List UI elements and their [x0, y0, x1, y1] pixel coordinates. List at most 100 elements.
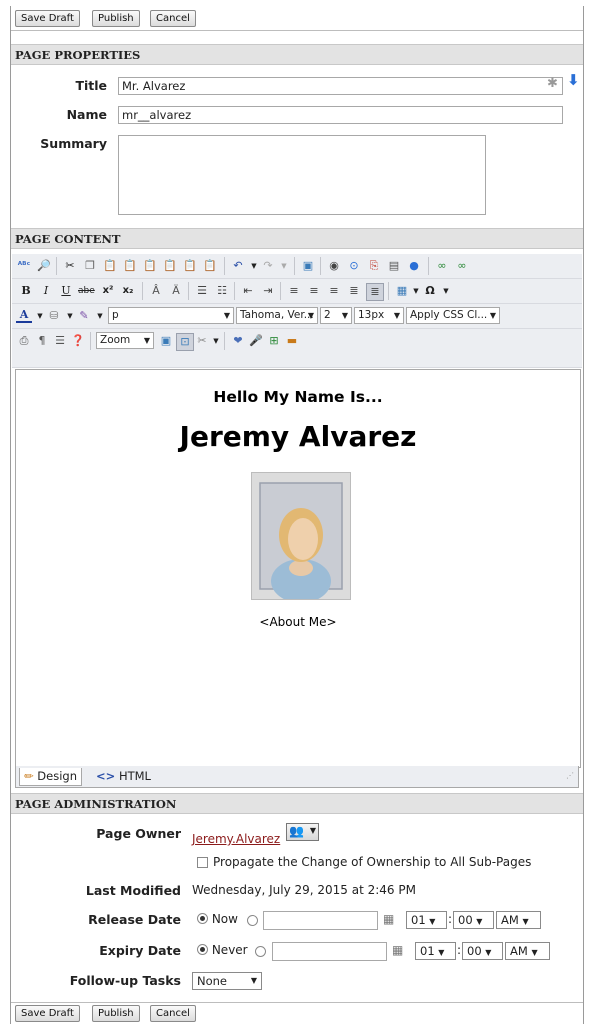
document-icon[interactable]: ⎘: [366, 258, 382, 274]
font-color-icon[interactable]: A: [16, 308, 32, 323]
align-none-icon[interactable]: ≣: [366, 283, 384, 301]
font-size-down-icon[interactable]: Ä: [168, 283, 184, 299]
publish-button[interactable]: Publish: [92, 10, 140, 27]
page-owner-link[interactable]: Jeremy.Alvarez: [192, 832, 280, 846]
clean-icon[interactable]: ✎: [76, 308, 92, 324]
summary-textarea[interactable]: [118, 135, 486, 215]
redo-dropdown-icon[interactable]: ▼: [276, 258, 292, 274]
release-date-input[interactable]: [263, 911, 378, 930]
align-center-icon[interactable]: ≡: [306, 283, 322, 299]
indent-icon[interactable]: ⇥: [260, 283, 276, 299]
align-right-icon[interactable]: ≡: [326, 283, 342, 299]
design-view-icon[interactable]: ⊡: [176, 333, 194, 351]
page-administration-header: PAGE ADMINISTRATION: [11, 793, 583, 814]
html-tab[interactable]: <> HTML: [92, 768, 155, 785]
cancel-button[interactable]: Cancel: [150, 10, 196, 27]
align-left-icon[interactable]: ≡: [286, 283, 302, 299]
snippet-dropdown-icon[interactable]: ▼: [208, 333, 224, 349]
paste-word-icon[interactable]: 📋: [142, 258, 158, 274]
italic-button[interactable]: I: [38, 283, 54, 299]
publish-button[interactable]: Publish: [92, 1005, 140, 1022]
font-px-select[interactable]: 13px ▼: [354, 307, 404, 324]
expiry-hour-select[interactable]: 01 ▼: [415, 942, 456, 960]
save-draft-button[interactable]: Save Draft: [15, 1005, 80, 1022]
media-manager-icon[interactable]: ▬: [284, 333, 300, 349]
strikethrough-button[interactable]: abe: [78, 283, 95, 299]
redo-icon[interactable]: ↷: [260, 258, 276, 274]
paste-special-icon[interactable]: 📋: [202, 258, 218, 274]
paste-text-icon[interactable]: 📋: [122, 258, 138, 274]
outdent-icon[interactable]: ⇤: [240, 283, 256, 299]
propagate-checkbox[interactable]: [197, 857, 208, 868]
template-icon[interactable]: ▤: [386, 258, 402, 274]
title-input[interactable]: Mr. Alvarez: [118, 77, 563, 95]
spellcheck-icon[interactable]: ᴬᴮᶜ: [16, 258, 32, 274]
css-class-select[interactable]: Apply CSS Cl... ▼: [406, 307, 500, 324]
formatting-icon[interactable]: ☰: [52, 333, 68, 349]
expiry-ampm-select[interactable]: AM ▼: [505, 942, 550, 960]
expiry-never-radio[interactable]: [197, 944, 208, 955]
content-editor-area[interactable]: Hello My Name Is... Jeremy Alvarez <Abou…: [15, 369, 581, 768]
calendar-icon[interactable]: ▦: [392, 943, 403, 957]
special-char-icon[interactable]: Ω: [422, 283, 438, 299]
bold-button[interactable]: B: [18, 283, 34, 299]
editor-mode-bar: ✏ Design <> HTML ⋰: [15, 766, 579, 788]
find-icon[interactable]: 🔎: [36, 258, 52, 274]
paragraph-marks-icon[interactable]: ¶: [34, 333, 50, 349]
clean-dropdown-icon[interactable]: ▼: [92, 308, 108, 324]
resize-handle-icon[interactable]: ⋰: [566, 771, 574, 780]
release-ampm-select[interactable]: AM ▼: [496, 911, 541, 929]
link-icon[interactable]: ∞: [434, 258, 450, 274]
special-char-dropdown-icon[interactable]: ▼: [438, 283, 454, 299]
underline-button[interactable]: U: [58, 283, 74, 299]
zoom-select[interactable]: Zoom ▼: [96, 332, 154, 349]
add-icon[interactable]: ⊞: [266, 333, 282, 349]
owner-picker-button[interactable]: 👥 ▼: [286, 823, 319, 841]
superscript-button[interactable]: x²: [100, 283, 116, 299]
font-family-select[interactable]: Tahoma, Ver... ▼: [236, 307, 318, 324]
release-minute-select[interactable]: 00 ▼: [453, 911, 494, 929]
design-tab[interactable]: ✏ Design: [19, 768, 83, 786]
align-justify-icon[interactable]: ≣: [346, 283, 362, 299]
media-icon[interactable]: ⊙: [346, 258, 362, 274]
unlink-icon[interactable]: ∞: [454, 258, 470, 274]
toolbar-row-4: ⎙ ¶ ☰ ❓ Zoom ▼ ▣ ⊡ ✂ ▼ ❤ 🎤 ⊞ ▬: [12, 329, 582, 368]
expiry-date-input[interactable]: [272, 942, 387, 961]
cancel-button[interactable]: Cancel: [150, 1005, 196, 1022]
paste-plain-icon[interactable]: 📋: [182, 258, 198, 274]
release-date-radio[interactable]: [247, 915, 258, 926]
release-now-radio[interactable]: [197, 913, 208, 924]
arrow-down-icon[interactable]: ⬇: [567, 71, 580, 89]
release-hour-select[interactable]: 01 ▼: [406, 911, 447, 929]
copy-icon[interactable]: ❐: [82, 258, 98, 274]
expiry-never-option[interactable]: Never: [197, 943, 248, 957]
release-now-option[interactable]: Now: [197, 912, 238, 926]
paste-html-icon[interactable]: 📋: [162, 258, 178, 274]
paragraph-format-select[interactable]: p ▼: [108, 307, 234, 324]
youtube-icon[interactable]: ●: [406, 258, 422, 274]
module-icon[interactable]: ▣: [158, 333, 174, 349]
font-size-select[interactable]: 2 ▼: [320, 307, 352, 324]
paste-icon[interactable]: 📋: [102, 258, 118, 274]
subscript-button[interactable]: x₂: [120, 283, 136, 299]
insert-symbol-icon[interactable]: ❤: [230, 333, 246, 349]
print-icon[interactable]: ⎙: [16, 333, 32, 349]
undo-icon[interactable]: ↶: [230, 258, 246, 274]
highlight-icon[interactable]: ⛁: [46, 308, 62, 324]
name-label: Name: [66, 107, 107, 122]
help-icon[interactable]: ❓: [70, 333, 86, 349]
microphone-icon[interactable]: 🎤: [248, 333, 264, 349]
name-input[interactable]: mr__alvarez: [118, 106, 563, 124]
cut-icon[interactable]: ✂: [62, 258, 78, 274]
font-size-up-icon[interactable]: Â: [148, 283, 164, 299]
expiry-minute-select[interactable]: 00 ▼: [462, 942, 503, 960]
flash-icon[interactable]: ◉: [326, 258, 342, 274]
followup-tasks-select[interactable]: None ▼: [192, 972, 262, 990]
toolbar-row-1: ᴬᴮᶜ 🔎 ✂ ❐ 📋 📋 📋 📋 📋 📋 ↶ ▼ ↷ ▼ ▣ ◉ ⊙ ⎘ ▤ …: [12, 254, 582, 279]
unordered-list-icon[interactable]: ☷: [214, 283, 230, 299]
ordered-list-icon[interactable]: ☰: [194, 283, 210, 299]
save-draft-button[interactable]: Save Draft: [15, 10, 80, 27]
expiry-date-radio[interactable]: [255, 946, 266, 957]
calendar-icon[interactable]: ▦: [383, 912, 394, 926]
image-icon[interactable]: ▣: [300, 258, 316, 274]
